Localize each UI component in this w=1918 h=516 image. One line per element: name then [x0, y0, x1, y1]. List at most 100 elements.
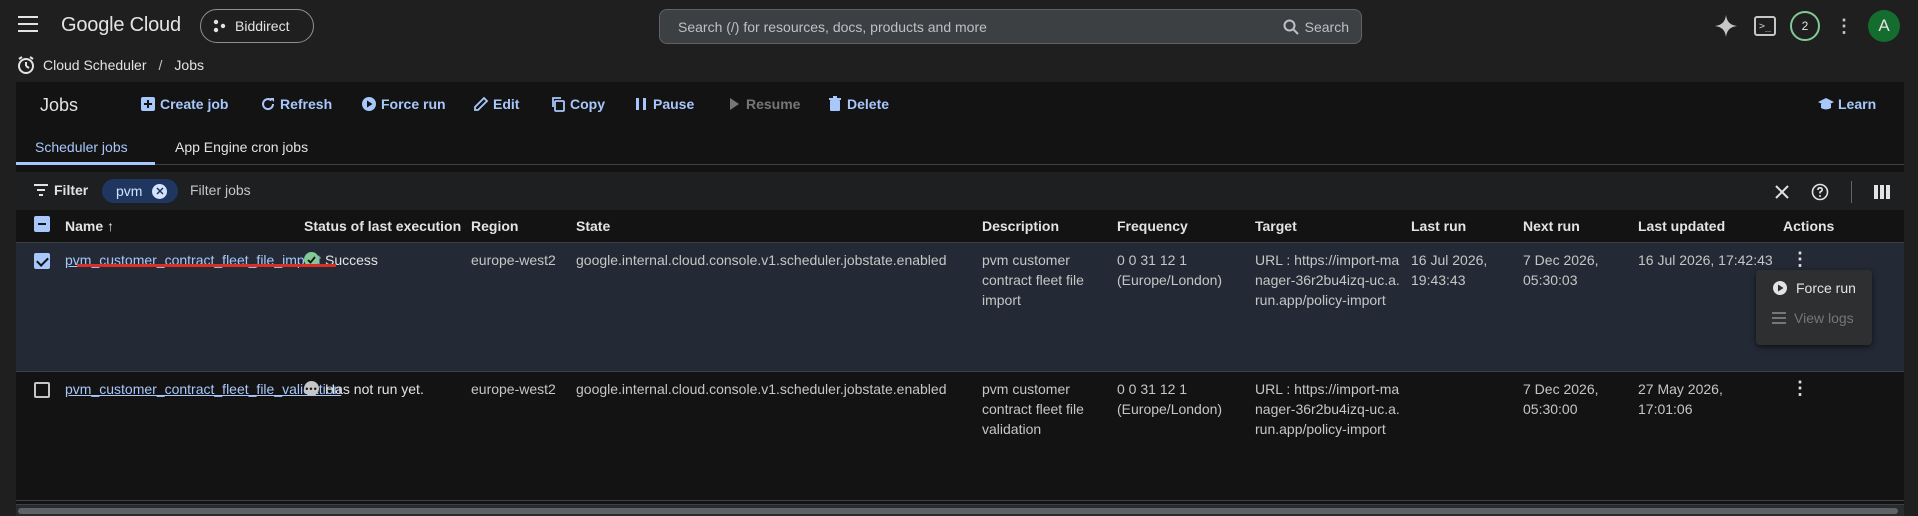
job-name-link[interactable]: pvm_customer_contract_fleet_file_validat… [65, 381, 341, 397]
filter-chip-label: pvm [116, 183, 143, 199]
breadcrumb-jobs[interactable]: Jobs [174, 57, 204, 73]
state-cell: google.internal.cloud.console.v1.schedul… [572, 242, 978, 372]
target-cell: URL : https://import-manager-36r2bu4izq-… [1251, 371, 1407, 501]
description-cell: pvm customer contract fleet file validat… [978, 371, 1113, 501]
table-row[interactable]: pvm_customer_contract_fleet_file_validat… [16, 371, 1904, 501]
column-header-target[interactable]: Target [1251, 210, 1407, 243]
cloud-shell-terminal-icon[interactable]: >_ [1754, 16, 1776, 36]
column-header-frequency[interactable]: Frequency [1113, 210, 1251, 243]
pause-button[interactable]: Pause [633, 96, 694, 112]
menu-item-view-logs-label: View logs [1794, 310, 1854, 326]
breadcrumb: Cloud Scheduler / Jobs [17, 54, 204, 76]
play-circle-icon [1773, 281, 1787, 295]
tabs: Scheduler jobs App Engine cron jobs [16, 133, 1904, 165]
search-button[interactable]: Search [1283, 19, 1349, 35]
more-options-icon[interactable]: ⋮ [1834, 16, 1854, 37]
resume-button[interactable]: Resume [726, 96, 800, 112]
project-icon [213, 19, 226, 33]
learn-label: Learn [1838, 96, 1877, 112]
next-run-cell: 7 Dec 2026, 05:30:03 [1519, 242, 1634, 372]
copy-button[interactable]: Copy [550, 96, 605, 112]
page-title: Jobs [40, 95, 79, 115]
column-header-actions: Actions [1779, 210, 1904, 243]
resume-label: Resume [746, 96, 801, 112]
learn-button[interactable]: Learn [1818, 96, 1876, 112]
create-job-button[interactable]: Create job [140, 96, 228, 112]
menu-item-force-run-label: Force run [1796, 280, 1856, 296]
search-input[interactable]: Search (/) for resources, docs, products… [678, 19, 987, 35]
play-icon [730, 98, 739, 110]
table-row[interactable]: pvm_customer_contract_fleet_file_import … [16, 242, 1904, 372]
jobs-panel: Jobs Create job Refresh Force run Edit C… [16, 82, 1904, 516]
region-cell: europe-west2 [467, 371, 572, 501]
filter-button[interactable]: Filter [34, 182, 88, 198]
remove-chip-icon[interactable]: ✕ [152, 183, 168, 199]
row-checkbox[interactable] [34, 381, 50, 398]
filter-bar: Filter pvm ✕ Filter jobs [16, 172, 1904, 210]
sort-ascending-icon[interactable]: ↑ [107, 218, 114, 234]
help-icon[interactable] [1811, 183, 1829, 201]
top-bar: Google Cloud Biddirect Search (/) for re… [0, 0, 1918, 51]
tab-scheduler-jobs[interactable]: Scheduler jobs [35, 139, 128, 155]
state-cell: google.internal.cloud.console.v1.schedul… [572, 371, 978, 501]
scrollbar-thumb[interactable] [18, 508, 1898, 514]
graduation-cap-icon [1818, 98, 1834, 110]
create-job-label: Create job [160, 96, 229, 112]
target-cell: URL : https://import-manager-36r2bu4izq-… [1251, 242, 1407, 372]
force-run-label: Force run [381, 96, 446, 112]
column-header-region[interactable]: Region [467, 210, 572, 243]
column-display-icon[interactable] [1874, 185, 1890, 199]
gemini-sparkle-icon[interactable] [1712, 12, 1740, 40]
avatar[interactable]: A [1868, 10, 1900, 42]
column-header-status[interactable]: Status of last execution [300, 210, 467, 243]
project-picker-button[interactable]: Biddirect [200, 9, 314, 43]
menu-item-force-run[interactable]: Force run [1772, 280, 1856, 296]
copy-label: Copy [570, 96, 605, 112]
filter-input[interactable]: Filter jobs [190, 182, 251, 198]
delete-button[interactable]: Delete [827, 96, 889, 112]
column-header-description[interactable]: Description [978, 210, 1113, 243]
filter-chip-pvm[interactable]: pvm ✕ [102, 179, 178, 203]
toolbar-divider [1851, 181, 1852, 203]
tab-app-engine-cron-jobs[interactable]: App Engine cron jobs [175, 139, 308, 155]
menu-item-view-logs[interactable]: View logs [1772, 310, 1854, 326]
force-run-button[interactable]: Force run [361, 96, 446, 112]
notifications-badge[interactable]: 2 [1790, 11, 1820, 41]
refresh-label: Refresh [280, 96, 333, 112]
search-button-label: Search [1304, 19, 1349, 35]
table-header-row: Name ↑ Status of last execution Region S… [16, 210, 1904, 243]
frequency-cell: 0 0 31 12 1 (Europe/London) [1113, 242, 1251, 372]
row-checkbox[interactable] [34, 252, 50, 269]
column-header-last-run[interactable]: Last run [1407, 210, 1519, 243]
last-run-cell [1407, 371, 1519, 501]
jobs-table: Name ↑ Status of last execution Region S… [16, 210, 1904, 501]
column-header-next-run[interactable]: Next run [1519, 210, 1634, 243]
main-menu-icon[interactable] [18, 16, 38, 34]
pause-icon [636, 98, 646, 110]
top-icons: >_ 2 ⋮ A [1712, 10, 1900, 42]
edit-label: Edit [493, 96, 520, 112]
horizontal-scrollbar[interactable] [16, 504, 1904, 516]
column-header-state[interactable]: State [572, 210, 978, 243]
breadcrumb-cloud-scheduler[interactable]: Cloud Scheduler [43, 57, 147, 73]
search-bar[interactable]: Search (/) for resources, docs, products… [659, 9, 1362, 44]
google-cloud-logo[interactable]: Google Cloud [61, 14, 181, 37]
column-header-last-updated[interactable]: Last updated [1634, 210, 1779, 243]
refresh-button[interactable]: Refresh [260, 96, 332, 112]
add-box-icon [141, 97, 155, 111]
row-actions-kebab-icon[interactable]: ⋮ [1783, 249, 1809, 269]
annotation-underline-job-name [77, 264, 336, 267]
copy-icon [552, 97, 565, 112]
edit-button[interactable]: Edit [473, 96, 519, 112]
trash-icon [829, 96, 841, 111]
column-header-name[interactable]: Name ↑ [61, 210, 300, 243]
next-run-cell: 7 Dec 2026, 05:30:00 [1519, 371, 1634, 501]
select-all-checkbox[interactable] [34, 216, 50, 233]
frequency-cell: 0 0 31 12 1 (Europe/London) [1113, 371, 1251, 501]
cloud-scheduler-clock-icon [18, 56, 34, 74]
search-icon [1283, 19, 1299, 35]
clear-filter-icon[interactable] [1775, 185, 1789, 199]
play-circle-icon [362, 97, 376, 111]
status-cell: ••• Has not run yet. [304, 379, 463, 399]
row-actions-kebab-icon[interactable]: ⋮ [1783, 378, 1809, 398]
